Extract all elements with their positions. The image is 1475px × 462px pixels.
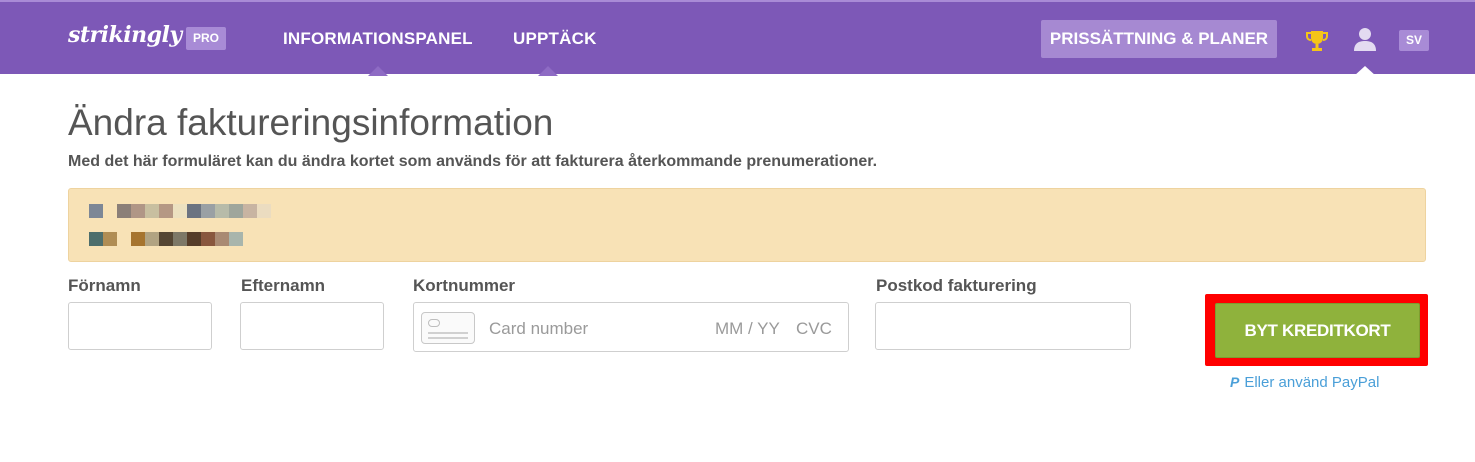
redacted-pixel [201, 232, 215, 246]
credit-card-icon [421, 312, 475, 344]
redacted-pixel [187, 232, 201, 246]
redacted-pixel [229, 232, 243, 246]
redacted-pixel [145, 232, 159, 246]
redacted-pixel [215, 204, 229, 218]
nav-link-dashboard[interactable]: INFORMATIONSPANEL [283, 29, 473, 49]
page-title: Ändra faktureringsinformation [68, 102, 554, 143]
postcode-input[interactable] [875, 302, 1131, 350]
redacted-pixel [257, 204, 271, 218]
first-name-input[interactable] [68, 302, 212, 350]
trophy-icon[interactable] [1304, 28, 1330, 54]
last-name-label: Efternamn [241, 276, 326, 295]
user-icon[interactable] [1352, 26, 1378, 52]
redacted-pixel [187, 204, 201, 218]
nav-link-discover[interactable]: UPPTÄCK [513, 29, 597, 49]
redacted-pixel [117, 232, 131, 246]
redacted-pixel [89, 204, 103, 218]
paypal-link[interactable]: P Eller använd PayPal [1230, 374, 1379, 391]
redacted-pixel [89, 232, 103, 246]
redacted-pixel [201, 204, 215, 218]
pricing-plans-button[interactable]: PRISSÄTTNING & PLANER [1041, 20, 1277, 58]
redacted-pixel [173, 232, 187, 246]
redacted-pixel [103, 204, 117, 218]
paypal-link-label: Eller använd PayPal [1244, 374, 1380, 391]
redacted-pixel [215, 232, 229, 246]
card-number-field[interactable]: Card number MM / YY CVC [413, 302, 849, 352]
redacted-pixel [131, 204, 145, 218]
last-name-input[interactable] [240, 302, 384, 350]
redacted-text-line-2 [89, 232, 243, 246]
user-menu-caret [1354, 66, 1376, 76]
paypal-icon: P [1230, 374, 1240, 390]
notice-box [68, 188, 1426, 262]
redacted-pixel [173, 204, 187, 218]
redacted-pixel [103, 232, 117, 246]
postcode-label: Postkod fakturering [876, 276, 1037, 295]
redacted-text-line-1 [89, 204, 271, 218]
change-credit-card-button[interactable]: BYT KREDITKORT [1215, 303, 1420, 358]
language-selector[interactable]: SV [1399, 30, 1429, 51]
first-name-label: Förnamn [68, 276, 141, 295]
pro-badge: PRO [186, 27, 226, 50]
redacted-pixel [117, 204, 131, 218]
card-cvc-placeholder: CVC [796, 319, 832, 338]
redacted-pixel [131, 232, 145, 246]
card-expiry-placeholder: MM / YY [715, 319, 780, 338]
page-subtitle: Med det här formuläret kan du ändra kort… [68, 153, 878, 170]
card-number-placeholder: Card number [489, 319, 589, 338]
nav-caret-dashboard [368, 66, 388, 76]
redacted-pixel [145, 204, 159, 218]
nav-caret-discover [538, 66, 558, 76]
redacted-pixel [243, 204, 257, 218]
redacted-pixel [159, 232, 173, 246]
top-navbar: strikingly PRO INFORMATIONSPANEL UPPTÄCK… [0, 0, 1475, 76]
card-number-label: Kortnummer [413, 276, 516, 295]
redacted-pixel [229, 204, 243, 218]
strikingly-logo[interactable]: strikingly [68, 22, 182, 48]
redacted-pixel [159, 204, 173, 218]
